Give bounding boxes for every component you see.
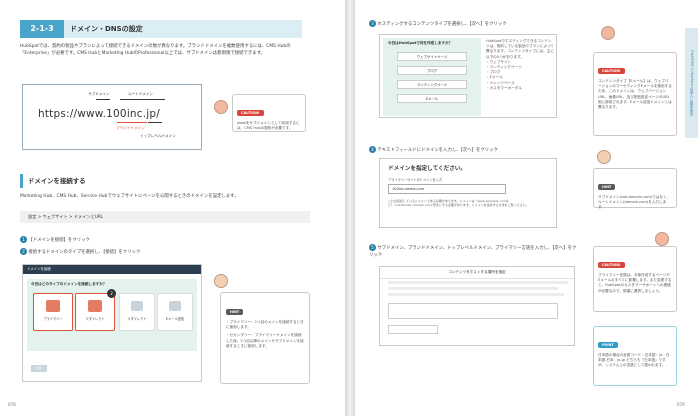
step-1: 1 【ドメインを接続】をクリック (20, 236, 90, 245)
domain-input-title: ドメインを指定してください。 (388, 166, 466, 172)
caution-tag: CAUTION! (598, 262, 625, 268)
domain-card-secondary[interactable]: リダイレクト (75, 293, 115, 331)
domain-input[interactable]: 100inc.demo.com (388, 184, 506, 194)
subdomain-bracket (96, 99, 110, 100)
hint-bubble: HINT サブドメイン(sub.domain.com)ではなく、ルートドメイン(… (593, 168, 677, 210)
subdomain-label: サブドメイン (88, 92, 110, 96)
book-gutter (345, 0, 355, 416)
hint-text: サブドメイン(sub.domain.com)ではなく、ルートドメイン(domai… (598, 195, 671, 210)
dialog-header: ドメインを接続 (23, 265, 201, 274)
content-option[interactable]: ウェブサイトページ (397, 52, 467, 61)
domain-input-label: ブライマリーサイトのドメインを入力 (388, 178, 443, 182)
connect-button[interactable]: 接続 (31, 365, 47, 372)
step-2-number: 2 (20, 248, 27, 255)
url-example: https://www.100inc.jp/ (38, 108, 161, 120)
content-type-note: HubSpotでホスティングできるコンテンツは、契約している製品やプランによって… (486, 39, 554, 91)
content-option[interactable]: Eメール (397, 94, 467, 103)
page-number-right: 079 (677, 402, 685, 407)
domain-card-email[interactable]: Eメール送信 (157, 293, 193, 331)
step-3-number: 3 (369, 20, 376, 27)
step-1-text: 【ドメインを接続】をクリック (28, 238, 90, 243)
text-line-placeholder (388, 281, 568, 284)
language-select[interactable] (388, 325, 438, 334)
brand-domain-bracket (117, 122, 147, 123)
caution-character-avatar (655, 232, 669, 246)
step-3-text: ホスティングするコンテンツタイプを選択し、【次へ】をクリック (377, 22, 507, 27)
caution-text: プライマリー言語は、今後作成するページやEメールのすべてに影響します。また変更す… (598, 273, 672, 293)
step-5-text: サブドメイン、ブランドドメイン、トップレベルドメイン、プライマリー言語を入力し、… (369, 246, 577, 258)
hint-tag: HINT (598, 184, 616, 190)
step-4-text: テキストフィールドにドメインを入力し、【次へ】をクリック (377, 148, 498, 153)
step-5-number: 5 (369, 244, 376, 251)
step-badge: 2 (107, 289, 116, 298)
house-icon (46, 300, 60, 312)
caution-bubble-1: CAUTION! コンテンツタイプ【Eメール】は、ウェブバージョンのマーケティン… (593, 52, 677, 136)
domain-card-secondary-label: リダイレクト (85, 317, 105, 321)
hint-item: ・プライマリー：1つ目のメインを接続するときに使用します。 (226, 320, 304, 330)
domain-card-redirect-label: リダイレクト (127, 317, 147, 321)
brand-domain-label: ブランドドメイン (116, 126, 145, 130)
host-location-title: コンテンツをホストする場所を指定 (380, 267, 574, 279)
tld-bracket (148, 122, 162, 123)
step-4: 4 テキストフィールドにドメインを入力し、【次へ】をクリック (369, 146, 498, 155)
connect-domain-screenshot: ドメインを接続 今日はどのタイプのドメインを接続しますか？ プライマリー リダイ… (22, 264, 202, 382)
content-option[interactable]: ブログ (397, 66, 467, 75)
step-2: 2 接続するドメインのタイプを選択し、【接続】をクリック (20, 248, 140, 257)
caution-tag: CAUTION! (237, 110, 264, 116)
intro-paragraph: HubSpotでは、契約の製品やプランによって接続できるドメインの数が異なります… (20, 44, 291, 56)
domain-input-screenshot: ドメインを指定してください。 ブライマリーサイトのドメインを入力 100inc.… (379, 158, 557, 228)
tld-label: トップレベルドメイン (140, 134, 176, 138)
content-type-list-item: ・カスタマーポータル (486, 85, 522, 90)
domain-card-redirect[interactable]: リダイレクト (119, 293, 155, 331)
breadcrumb: 設定 > ウェブサイト > ドメインとURL (20, 211, 310, 223)
caution-bubble: CAUTION! wwwをサブドメインとして利用するには、CMS Hubの契約が… (232, 94, 306, 132)
root-domain-bracket (120, 99, 165, 100)
domain-fields-row[interactable] (388, 303, 558, 319)
section-number: 2-1-3 (20, 20, 64, 38)
page-number-left: 078 (8, 402, 16, 407)
redirect-icon (131, 301, 143, 311)
step-5: 5 サブドメイン、ブランドドメイン、トップレベルドメイン、プライマリー言語を入力… (369, 244, 579, 260)
step-1-number: 1 (20, 236, 27, 243)
chapter-side-tab: CHAPTER 2 HubSpotの導入と基本設定 (685, 28, 698, 138)
sub-heading: ドメインを接続する (20, 174, 170, 188)
left-page: 2-1-3 ドメイン・DNSの設定 HubSpotでは、契約の製品やプランによっ… (0, 0, 345, 416)
caution-character-avatar (214, 100, 228, 114)
caution-text: wwwをサブドメインとして利用するには、CMS Hubの契約が必要です。 (237, 121, 300, 131)
content-type-note-text: HubSpotでホスティングできるコンテンツは、契約している製品やプランによって… (486, 39, 554, 59)
step-2-text: 接続するドメインのタイプを選択し、【接続】をクリック (28, 250, 141, 255)
content-type-panel: 今日はHubSpotで何を作成しますか？ ウェブサイトページ ブログ ランディン… (383, 38, 481, 116)
house-icon (88, 300, 102, 312)
point-text: 日本語の場合の言語コード・日本語：ja・日本語-日本：ja-jp どちらも「日本… (598, 353, 670, 368)
step-4-number: 4 (369, 146, 376, 153)
point-tag: POINT (598, 342, 618, 348)
caution-bubble-2: CAUTION! プライマリー言語は、今後作成するページやEメールのすべてに影響… (593, 246, 677, 312)
section-title: ドメイン・DNSの設定 (70, 25, 143, 33)
domain-card-primary-label: プライマリー (43, 317, 63, 321)
caution-tag: CAUTION! (598, 68, 625, 74)
sub-intro-paragraph: Marketing Hub、CMS Hub、Service Hubでウェブサイト… (20, 194, 239, 199)
text-line-placeholder (388, 293, 564, 296)
domain-input-note: これは接続しているドメインである必要があります。ドメインは（www.exampl… (388, 199, 529, 208)
content-type-screenshot: 今日はHubSpotで何を作成しますか？ ウェブサイトページ ブログ ランディン… (379, 34, 557, 118)
text-line-placeholder (388, 287, 558, 290)
caution-character-avatar (601, 26, 615, 40)
domain-card-email-label: Eメール送信 (166, 317, 184, 321)
email-icon (169, 301, 181, 311)
content-option[interactable]: ランディングページ (397, 80, 467, 89)
root-domain-label: ルートドメイン (128, 92, 154, 96)
hint-bubble: HINT ・プライマリー：1つ目のメインを接続するときに使用します。 ・セカンダ… (220, 292, 310, 384)
step-3: 3 ホスティングするコンテンツタイプを選択し、【次へ】をクリック (369, 20, 507, 29)
hint-tag: HINT (226, 309, 244, 315)
point-bubble: POINT 日本語の場合の言語コード・日本語：ja・日本語-日本：ja-jp ど… (593, 326, 677, 386)
hint-character-avatar (214, 274, 228, 288)
dialog-body: 今日はどのタイプのドメインを接続しますか？ プライマリー リダイレクト 2 リダ… (27, 279, 197, 351)
domain-card-primary[interactable]: プライマリー (33, 293, 73, 331)
hint-item: ・セカンダリー：プライマリードメインを接続した後、2つ目以降のメインやサブドメイ… (226, 333, 304, 348)
right-page: 3 ホスティングするコンテンツタイプを選択し、【次へ】をクリック 今日はHubS… (355, 0, 700, 416)
caution-text: コンテンツタイプ【Eメール】は、ウェブバージョンのマーケティングEメールを使用す… (598, 79, 672, 110)
host-location-screenshot: コンテンツをホストする場所を指定 (379, 266, 575, 346)
hint-character-avatar (597, 150, 611, 164)
content-type-question: 今日はHubSpotで何を作成しますか？ (388, 41, 453, 45)
